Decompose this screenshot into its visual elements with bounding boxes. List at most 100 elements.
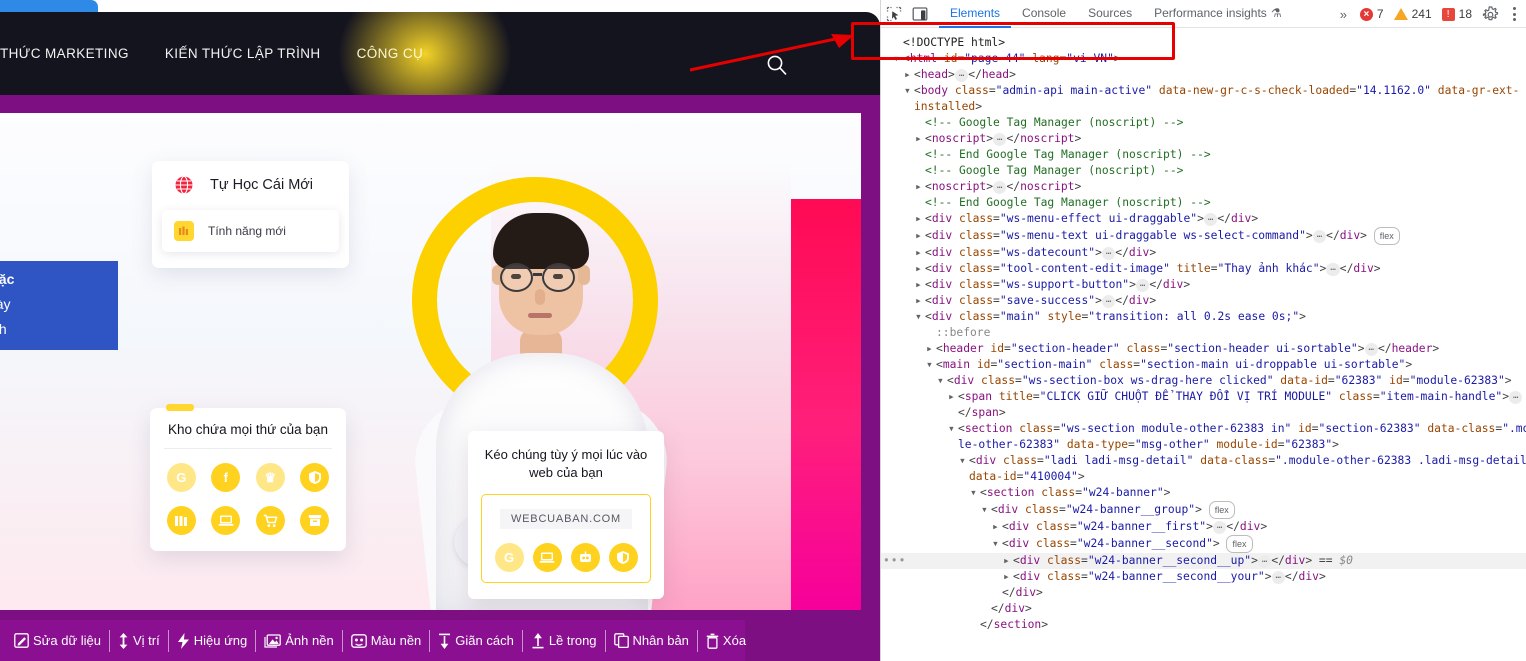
dom-tree-line[interactable]: <noscript>…</noscript> — [881, 131, 1526, 147]
disclosure-triangle-icon[interactable] — [915, 211, 925, 227]
expand-ellipsis-icon[interactable]: … — [993, 132, 1007, 146]
disclosure-triangle-icon[interactable] — [981, 502, 991, 518]
crown-icon[interactable]: ♛ — [255, 463, 285, 492]
toolbar-edit-data[interactable]: Sửa dữ liệu — [6, 629, 110, 652]
expand-ellipsis-icon[interactable]: … — [1312, 229, 1327, 243]
expand-ellipsis-icon[interactable]: … — [1271, 570, 1285, 584]
dom-tree-line[interactable]: <div class="w24-banner__first">…</div> — [881, 519, 1526, 535]
dom-tree-line[interactable]: <header id="section-header" class="secti… — [881, 341, 1526, 357]
feature-card-learn-new[interactable]: Tự Học Cái Mới Tính năng mới — [152, 161, 349, 268]
laptop-code-icon[interactable] — [211, 506, 241, 535]
dom-tree-line[interactable]: <div class="ws-menu-text ui-draggable ws… — [881, 227, 1526, 245]
dom-tree-line[interactable]: <div class="ladi ladi-msg-detail" data-c… — [881, 453, 1526, 469]
dom-tree-line[interactable]: <div class="save-success">…</div> — [881, 293, 1526, 309]
expand-ellipsis-icon[interactable]: … — [1101, 246, 1116, 260]
expand-ellipsis-icon[interactable]: … — [993, 180, 1007, 194]
dom-tree-line[interactable]: <!-- End Google Tag Manager (noscript) -… — [881, 147, 1526, 163]
dom-tree-line[interactable]: <noscript>…</noscript> — [881, 179, 1526, 195]
disclosure-triangle-icon[interactable] — [915, 131, 925, 147]
dom-tree-line[interactable]: <div class="w24-banner__second"> flex — [881, 535, 1526, 553]
error-counter[interactable]: × 7 — [1357, 7, 1387, 21]
flex-badge[interactable]: flex — [1373, 227, 1400, 245]
dom-tree-line[interactable]: <div class="ws-support-button">…</div> — [881, 277, 1526, 293]
nav-item-tools[interactable]: CÔNG CỤ — [339, 46, 442, 61]
expand-ellipsis-icon[interactable]: … — [1203, 212, 1218, 226]
device-toolbar-icon[interactable] — [907, 1, 933, 27]
expand-ellipsis-icon[interactable]: … — [1326, 262, 1340, 276]
dom-tree-line[interactable]: <!-- End Google Tag Manager (noscript) -… — [881, 195, 1526, 211]
dom-tree-line[interactable]: <div class="w24-banner__second__your">…<… — [881, 569, 1526, 585]
dom-tree-line[interactable]: <div class="ws-datecount">…</div> — [881, 245, 1526, 261]
feature-card-row[interactable]: Tính năng mới — [162, 210, 339, 252]
disclosure-triangle-icon[interactable] — [915, 309, 925, 325]
dom-tree-line[interactable]: <main id="section-main" class="section-m… — [881, 357, 1526, 373]
dom-tree[interactable]: <!DOCTYPE html><html id="page-44" lang="… — [881, 29, 1526, 661]
disclosure-triangle-icon[interactable] — [904, 83, 914, 99]
storage-card[interactable]: Kho chứa mọi thứ của bạn G f ♛ — [150, 404, 346, 551]
disclosure-triangle-icon[interactable] — [970, 485, 980, 501]
dom-tree-line[interactable]: ::before — [881, 325, 1526, 341]
tab-performance-insights[interactable]: Performance insights ⚗ — [1143, 0, 1292, 28]
kebab-menu-icon[interactable] — [1505, 3, 1523, 25]
tab-sources[interactable]: Sources — [1077, 0, 1143, 28]
disclosure-triangle-icon[interactable] — [948, 421, 958, 437]
disclosure-triangle-icon[interactable] — [1003, 569, 1013, 585]
google-icon[interactable]: G — [166, 463, 196, 492]
disclosure-triangle-icon[interactable] — [992, 519, 1002, 535]
expand-ellipsis-icon[interactable]: … — [1509, 390, 1523, 404]
dom-tree-line[interactable]: <!-- Google Tag Manager (noscript) --> — [881, 163, 1526, 179]
tab-elements[interactable]: Elements — [939, 0, 1012, 28]
expand-ellipsis-icon[interactable]: … — [1364, 342, 1378, 356]
robot-chip-icon[interactable] — [570, 543, 600, 572]
expand-ellipsis-icon[interactable]: … — [1212, 520, 1227, 534]
laptop-code-chip-icon[interactable] — [532, 543, 562, 572]
google-chip-icon[interactable]: G — [494, 543, 524, 572]
dom-tree-line[interactable]: <!-- Google Tag Manager (noscript) --> — [881, 115, 1526, 131]
dom-tree-line[interactable]: <body class="admin-api main-active" data… — [881, 83, 1526, 99]
expand-ellipsis-icon[interactable]: … — [1135, 278, 1150, 292]
toolbar-background-color[interactable]: Màu nền — [343, 629, 431, 652]
browser-tab[interactable] — [0, 0, 98, 12]
dom-tree-line[interactable]: <div class="ws-section-box ws-drag-here … — [881, 373, 1526, 389]
dom-tree-line[interactable]: <section class = "ws-section module-other-… — [881, 421, 1526, 437]
disclosure-triangle-icon[interactable] — [948, 389, 958, 405]
toolbar-delete[interactable]: Xóa — [698, 630, 754, 652]
dom-tree-line[interactable]: <div class="tool-content-edit-image" tit… — [881, 261, 1526, 277]
disclosure-triangle-icon[interactable] — [915, 179, 925, 195]
toolbar-padding[interactable]: Lề trong — [523, 629, 606, 652]
dom-tree-line[interactable]: <span title="CLICK GIỮ CHUỘT ĐỂ THAY ĐỔI… — [881, 389, 1526, 405]
disclosure-triangle-icon[interactable] — [959, 453, 969, 469]
flex-badge[interactable]: flex — [1208, 501, 1235, 519]
dom-tree-line[interactable]: </div> — [881, 585, 1526, 601]
dom-tree-line[interactable]: </section> — [881, 617, 1526, 633]
dom-tree-line[interactable]: data-id="410004"> — [881, 469, 1526, 485]
facebook-icon[interactable]: f — [211, 463, 241, 492]
disclosure-triangle-icon[interactable] — [915, 245, 925, 261]
disclosure-triangle-icon[interactable] — [915, 277, 925, 293]
dom-tree-line[interactable]: </span> — [881, 405, 1526, 421]
shield-icon[interactable] — [300, 463, 330, 492]
books-icon[interactable] — [166, 506, 196, 535]
disclosure-triangle-icon[interactable] — [1003, 553, 1013, 569]
toolbar-spacing[interactable]: Giãn cách — [430, 629, 523, 652]
disclosure-triangle-icon[interactable] — [992, 536, 1002, 552]
dom-tree-line[interactable]: installed> — [881, 99, 1526, 115]
expand-ellipsis-icon[interactable]: … — [1257, 554, 1272, 568]
search-icon[interactable] — [766, 54, 788, 76]
cart-icon[interactable] — [255, 506, 285, 535]
dom-tree-line[interactable]: <!DOCTYPE html> — [881, 35, 1526, 51]
warning-counter[interactable]: 241 — [1391, 7, 1435, 21]
nav-item-programming[interactable]: KIẾN THỨC LẬP TRÌNH — [147, 46, 339, 61]
disclosure-triangle-icon[interactable] — [915, 293, 925, 309]
disclosure-triangle-icon[interactable] — [904, 67, 914, 83]
toolbar-effects[interactable]: Hiệu ứng — [169, 629, 257, 652]
gear-icon[interactable] — [1479, 3, 1501, 25]
chevron-double-right-icon[interactable]: » — [1334, 7, 1353, 22]
dom-tree-line[interactable]: <head>…</head> — [881, 67, 1526, 83]
toolbar-background-image[interactable]: Ảnh nền — [256, 629, 343, 652]
disclosure-triangle-icon[interactable] — [926, 357, 936, 373]
dom-tree-line[interactable]: <div class="ws-menu-effect ui-draggable"… — [881, 211, 1526, 227]
dom-tree-line[interactable]: <div class="w24-banner__group"> flex — [881, 501, 1526, 519]
inspect-element-icon[interactable] — [881, 1, 907, 27]
disclosure-triangle-icon[interactable] — [937, 373, 947, 389]
